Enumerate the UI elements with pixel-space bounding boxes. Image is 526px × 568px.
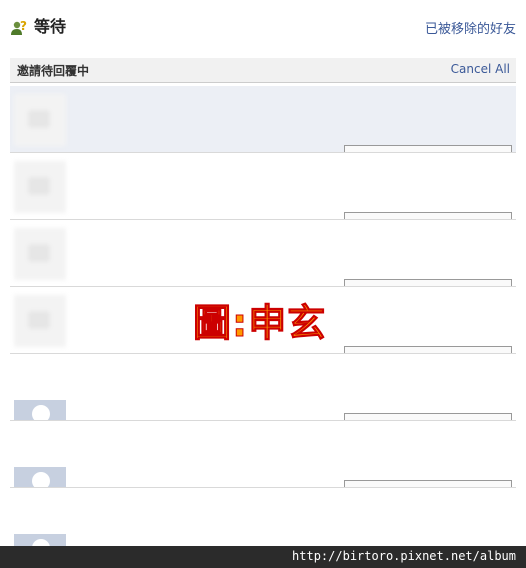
- page-header: ? 等待 已被移除的好友: [10, 16, 516, 42]
- avatar[interactable]: [14, 94, 66, 146]
- cancel-request-button[interactable]: [344, 145, 512, 152]
- list-item: [10, 153, 516, 220]
- list-item: [10, 421, 516, 488]
- removed-friends-link[interactable]: 已被移除的好友: [425, 20, 516, 40]
- cancel-all-link[interactable]: Cancel All: [451, 62, 510, 76]
- avatar[interactable]: [14, 161, 66, 213]
- list-item: [10, 354, 516, 421]
- avatar[interactable]: [14, 295, 66, 347]
- footer-bar: http://birtoro.pixnet.net/album: [0, 546, 526, 568]
- list-item: [10, 220, 516, 287]
- pending-requests-title: 邀請待回覆中: [17, 64, 90, 78]
- pending-requests-icon: ?: [11, 19, 27, 35]
- default-avatar-icon[interactable]: [14, 467, 66, 487]
- footer-url: http://birtoro.pixnet.net/album: [292, 549, 516, 563]
- list-item: [10, 488, 516, 554]
- watermark-text: 圖:申玄: [192, 301, 327, 346]
- pending-requests-bar: 邀請待回覆中 Cancel All: [10, 58, 516, 83]
- cancel-request-button[interactable]: [344, 480, 512, 487]
- list-item: [10, 86, 516, 153]
- svg-text:?: ?: [20, 19, 27, 33]
- cancel-request-button[interactable]: [344, 413, 512, 420]
- default-avatar-icon[interactable]: [14, 400, 66, 420]
- avatar[interactable]: [14, 228, 66, 280]
- cancel-request-button[interactable]: [344, 212, 512, 219]
- page-title: 等待: [34, 17, 67, 36]
- cancel-request-button[interactable]: [344, 346, 512, 353]
- cancel-request-button[interactable]: [344, 279, 512, 286]
